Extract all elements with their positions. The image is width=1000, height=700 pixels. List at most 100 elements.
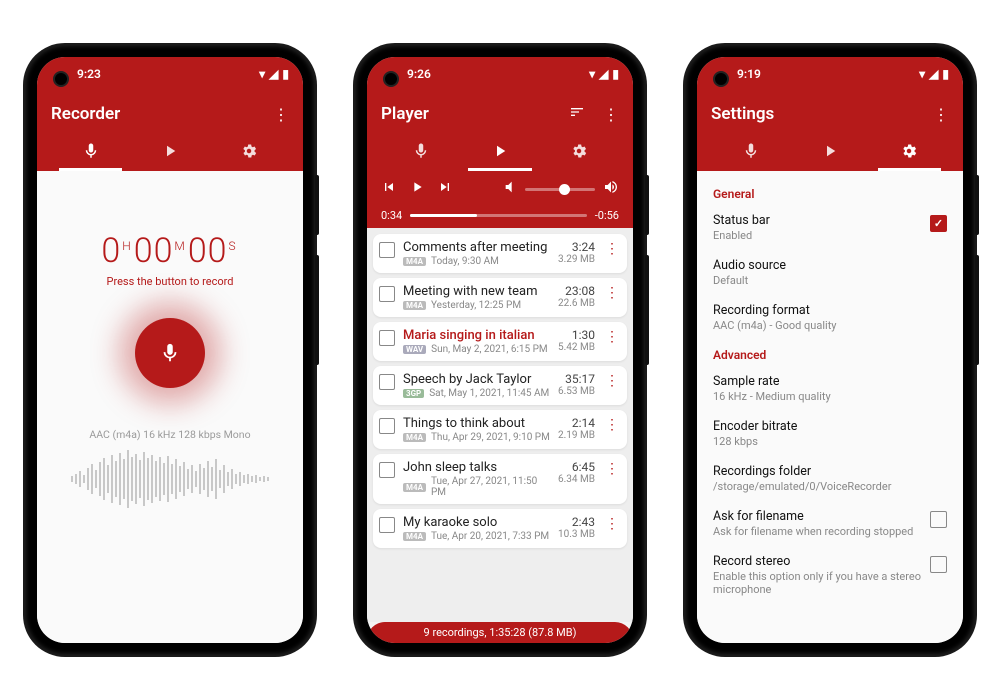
tab-settings[interactable] (540, 131, 619, 171)
recording-row[interactable]: Meeting with new teamM4AYesterday, 12:25… (373, 278, 627, 317)
select-checkbox[interactable] (379, 374, 395, 390)
tab-settings[interactable] (870, 131, 949, 171)
tab-player[interactable] (460, 131, 539, 171)
recording-date: Sat, May 1, 2021, 11:45 AM (429, 388, 549, 399)
overflow-menu-icon[interactable]: ⋮ (603, 105, 619, 124)
setting-label: Audio source (713, 258, 786, 273)
recordings-list[interactable]: Comments after meeting M4A Today, 9:30 AM 3… (367, 228, 633, 622)
phone-recorder: 9:23 ▾◢▮ Recorder ⋮ 0H00M00S Press the (25, 45, 315, 655)
record-button[interactable] (135, 318, 205, 388)
row-menu-icon[interactable]: ⋮ (603, 418, 621, 432)
recording-row[interactable]: Speech by Jack Taylor 3GP Sat, May 1, 2021… (373, 366, 627, 405)
setting-row[interactable]: Status barEnabled✓ (697, 205, 963, 250)
recording-title: Comments after meeting (403, 240, 550, 255)
format-badge: WAV (403, 345, 426, 354)
tab-recorder[interactable] (381, 131, 460, 171)
setting-label: Record stereo (713, 554, 930, 569)
setting-sublabel: 128 kbps (713, 435, 797, 448)
recording-row[interactable]: John sleep talksM4ATue, Apr 27, 2021, 11… (373, 454, 627, 504)
row-menu-icon[interactable]: ⋮ (603, 286, 621, 300)
page-title: Settings (711, 104, 774, 124)
recording-row[interactable]: Things to think aboutM4AThu, Apr 29, 202… (373, 410, 627, 449)
format-badge: M4A (403, 257, 426, 266)
tab-settings[interactable] (210, 131, 289, 171)
tab-recorder[interactable] (51, 131, 130, 171)
recording-duration: 1:30 (558, 328, 595, 342)
recording-date: Today, 9:30 AM (431, 256, 499, 267)
phone-player: 9:26 ▾◢▮ Player ⋮ (355, 45, 645, 655)
setting-sublabel: AAC (m4a) - Good quality (713, 319, 837, 332)
play-button[interactable] (409, 179, 425, 199)
recording-row[interactable]: Maria singing in italianWAVSun, May 2, 2… (373, 322, 627, 361)
tabs (51, 131, 289, 171)
select-checkbox[interactable] (379, 517, 395, 533)
recording-duration: 3:24 (558, 240, 595, 254)
format-badge: 3GP (403, 389, 424, 398)
select-checkbox[interactable] (379, 286, 395, 302)
clock: 9:23 (77, 67, 101, 81)
record-timer: 0H00M00S (101, 231, 238, 271)
tab-player[interactable] (130, 131, 209, 171)
recording-duration: 35:17 (558, 372, 595, 386)
phone-settings: 9:19 ▾◢▮ Settings ⋮ GeneralStatus barEna… (685, 45, 975, 655)
setting-row[interactable]: Ask for filenameAsk for filename when re… (697, 501, 963, 546)
setting-checkbox[interactable] (930, 556, 947, 573)
screenshot-stage: 9:23 ▾◢▮ Recorder ⋮ 0H00M00S Press the (0, 0, 1000, 700)
volume-up-icon[interactable] (603, 179, 619, 199)
setting-sublabel: Ask for filename when recording stopped (713, 525, 913, 538)
recording-row[interactable]: Comments after meeting M4A Today, 9:30 AM 3… (373, 234, 627, 273)
setting-row[interactable]: Encoder bitrate128 kbps (697, 411, 963, 456)
status-icons: ▾◢▮ (255, 67, 289, 81)
setting-checkbox[interactable]: ✓ (930, 215, 947, 232)
recording-row[interactable]: My karaoke soloM4ATue, Apr 20, 2021, 7:3… (373, 509, 627, 548)
record-hint: Press the button to record (107, 275, 234, 288)
select-checkbox[interactable] (379, 242, 395, 258)
setting-sublabel: /storage/emulated/0/VoiceRecorder (713, 480, 891, 493)
setting-checkbox[interactable] (930, 511, 947, 528)
page-title: Player (381, 104, 429, 124)
setting-label: Recording format (713, 303, 837, 318)
recording-title: Meeting with new team (403, 284, 550, 299)
row-menu-icon[interactable]: ⋮ (603, 517, 621, 531)
recording-size: 10.3 MB (558, 529, 595, 540)
progress-slider[interactable] (410, 214, 587, 217)
status-icons: ▾◢▮ (585, 67, 619, 81)
volume-slider[interactable] (525, 188, 595, 191)
setting-row[interactable]: Audio sourceDefault (697, 250, 963, 295)
select-checkbox[interactable] (379, 462, 395, 478)
row-menu-icon[interactable]: ⋮ (603, 330, 621, 344)
setting-label: Status bar (713, 213, 770, 228)
tab-recorder[interactable] (711, 131, 790, 171)
overflow-menu-icon[interactable]: ⋮ (933, 105, 949, 124)
recording-size: 6.53 MB (558, 386, 595, 397)
select-checkbox[interactable] (379, 418, 395, 434)
recording-title: Speech by Jack Taylor (403, 372, 550, 387)
row-menu-icon[interactable]: ⋮ (603, 374, 621, 388)
format-badge: M4A (403, 433, 426, 442)
settings-list[interactable]: GeneralStatus barEnabled✓Audio sourceDef… (697, 171, 963, 643)
setting-row[interactable]: Recordings folder/storage/emulated/0/Voi… (697, 456, 963, 501)
setting-row[interactable]: Sample rate16 kHz - Medium quality (697, 366, 963, 411)
recording-date: Tue, Apr 27, 2021, 11:50 PM (431, 476, 550, 498)
record-format-info: AAC (m4a) 16 kHz 128 kbps Mono (89, 428, 250, 441)
recording-size: 22.6 MB (558, 298, 595, 309)
row-menu-icon[interactable]: ⋮ (603, 462, 621, 476)
mic-icon (159, 342, 181, 364)
recording-duration: 2:43 (558, 515, 595, 529)
setting-row[interactable]: Record stereoEnable this option only if … (697, 546, 963, 604)
select-checkbox[interactable] (379, 330, 395, 346)
sort-icon[interactable] (569, 105, 585, 124)
next-track-button[interactable] (437, 179, 453, 199)
overflow-menu-icon[interactable]: ⋮ (273, 105, 289, 124)
setting-label: Encoder bitrate (713, 419, 797, 434)
volume-down-icon[interactable] (501, 179, 517, 199)
section-label: General (697, 179, 963, 205)
section-label: Advanced (697, 340, 963, 366)
recording-title: John sleep talks (403, 460, 550, 475)
prev-track-button[interactable] (381, 179, 397, 199)
setting-row[interactable]: Recording formatAAC (m4a) - Good quality (697, 295, 963, 340)
tab-player[interactable] (790, 131, 869, 171)
status-icons: ▾◢▮ (915, 67, 949, 81)
recording-title: Maria singing in italian (403, 328, 550, 343)
row-menu-icon[interactable]: ⋮ (603, 242, 621, 256)
